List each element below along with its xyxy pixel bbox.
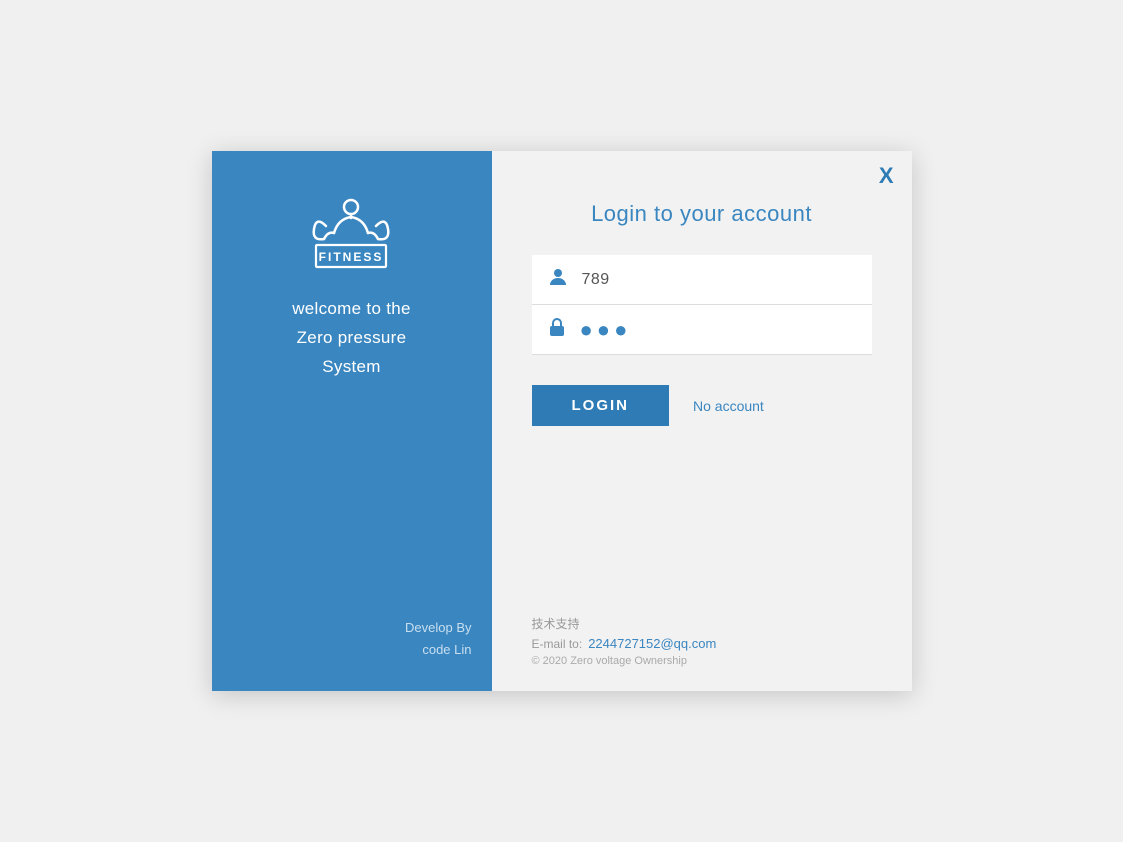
login-title: Login to your account xyxy=(532,201,872,227)
left-top-section: FITNESS welcome to the Zero pressure Sys… xyxy=(292,191,411,382)
right-content: Login to your account xyxy=(492,151,912,587)
username-input[interactable] xyxy=(582,271,856,289)
email-row: E-mail to: 2244727152@qq.com xyxy=(532,636,872,651)
no-account-button[interactable]: No account xyxy=(693,398,764,414)
password-dots: ●●● xyxy=(580,319,632,341)
right-panel: X Login to your account xyxy=(492,151,912,691)
email-prefix: E-mail to: xyxy=(532,637,583,651)
user-icon xyxy=(548,267,568,292)
close-button[interactable]: X xyxy=(879,165,894,187)
copyright-text: © 2020 Zero voltage Ownership xyxy=(532,655,872,667)
password-row: ●●● xyxy=(532,305,872,355)
username-row xyxy=(532,255,872,305)
actions-row: LOGIN No account xyxy=(532,385,872,426)
welcome-text: welcome to the Zero pressure System xyxy=(292,295,411,382)
lock-icon xyxy=(548,317,566,342)
tech-support-label: 技术支持 xyxy=(532,615,872,632)
left-panel: FITNESS welcome to the Zero pressure Sys… xyxy=(212,151,492,691)
fitness-logo: FITNESS xyxy=(296,191,406,271)
login-dialog: FITNESS welcome to the Zero pressure Sys… xyxy=(212,151,912,691)
svg-text:FITNESS: FITNESS xyxy=(319,250,384,264)
right-footer: 技术支持 E-mail to: 2244727152@qq.com © 2020… xyxy=(492,587,912,691)
login-button[interactable]: LOGIN xyxy=(532,385,670,426)
email-link[interactable]: 2244727152@qq.com xyxy=(588,636,716,651)
left-footer: Develop By code Lin xyxy=(232,617,472,661)
